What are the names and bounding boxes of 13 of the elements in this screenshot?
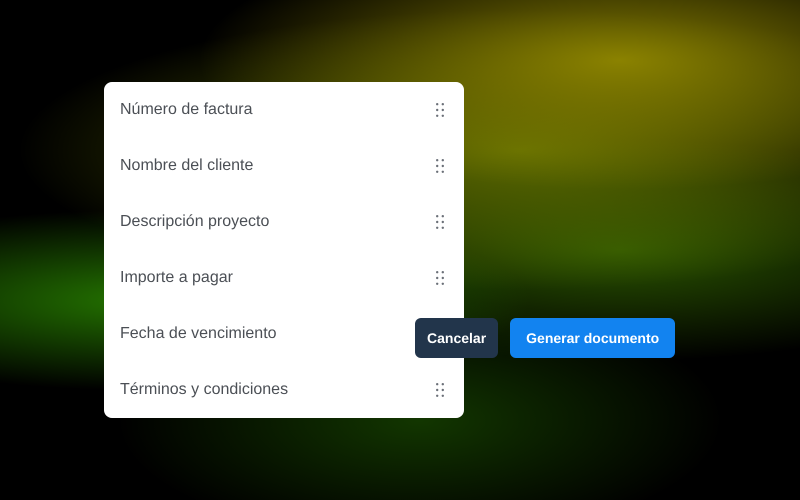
- drag-handle-icon[interactable]: [436, 383, 444, 397]
- field-label: Nombre del cliente: [120, 157, 254, 175]
- drag-handle-icon[interactable]: [436, 103, 444, 117]
- generate-button[interactable]: Generar documento: [510, 318, 676, 358]
- drag-handle-icon[interactable]: [436, 159, 444, 173]
- drag-handle-icon[interactable]: [436, 271, 444, 285]
- field-label: Fecha de vencimiento: [120, 325, 277, 343]
- cancel-button[interactable]: Cancelar: [415, 318, 498, 358]
- field-label: Descripción proyecto: [120, 213, 270, 231]
- field-label: Importe a pagar: [120, 269, 233, 287]
- drag-handle-icon[interactable]: [436, 215, 444, 229]
- field-label: Número de factura: [120, 101, 253, 119]
- field-label: Términos y condiciones: [120, 381, 288, 399]
